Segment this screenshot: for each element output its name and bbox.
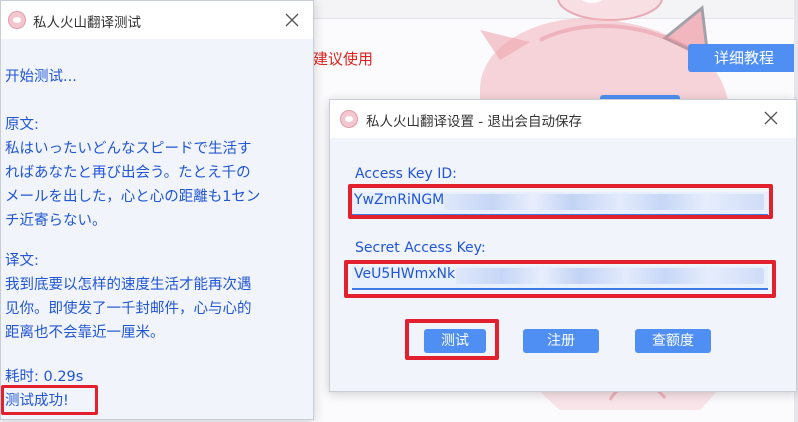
secret-key-highlight-box — [344, 260, 776, 298]
original-text-line: ればあなたと再び出会う。たとえ千の — [5, 165, 251, 181]
access-key-highlight-box — [348, 184, 773, 219]
app-logo-icon — [340, 110, 358, 128]
test-start-text: 开始测试... — [5, 69, 77, 85]
translated-text-line: 距离也不会靠近一厘米。 — [5, 325, 165, 341]
app-logo-icon — [8, 11, 26, 29]
translation-test-window: 私人火山翻译测试 开始测试... 原文: 私はいったいどんなスピードで生活す れ… — [0, 0, 314, 420]
close-icon[interactable] — [763, 110, 779, 126]
success-highlight-box — [1, 385, 98, 415]
original-text-line: チ近寄らない。 — [5, 213, 107, 229]
original-text-line: 私はいったいどんなスピードで生活す — [5, 141, 252, 157]
check-quota-button[interactable]: 查额度 — [635, 329, 711, 353]
test-window-title: 私人火山翻译测试 — [33, 15, 141, 31]
secret-key-label: Secret Access Key: — [355, 240, 486, 256]
test-button-highlight-box — [405, 319, 499, 360]
test-window-titlebar[interactable]: 私人火山翻译测试 — [1, 1, 313, 39]
close-icon[interactable] — [284, 12, 300, 28]
translated-label: 译文: — [5, 253, 39, 269]
translated-text-line: 我到底要以怎样的速度生活才能再次遇 — [5, 277, 252, 293]
translated-text-line: 见你。即使发了一千封邮件，心与心的 — [5, 301, 252, 317]
settings-window-titlebar[interactable]: 私人火山翻译设置 - 退出会自动保存 — [330, 100, 796, 138]
register-button[interactable]: 注册 — [523, 329, 599, 353]
test-output-panel: 开始测试... 原文: 私はいったいどんなスピードで生活す ればあなたと再び出会… — [1, 39, 313, 419]
usage-warning-text: 建议使用 — [313, 50, 374, 68]
tutorial-button[interactable]: 详细教程 — [688, 44, 798, 72]
translation-settings-window: 私人火山翻译设置 - 退出会自动保存 Access Key ID: YwZmRi… — [329, 99, 797, 392]
original-label: 原文: — [5, 117, 39, 133]
settings-window-title: 私人火山翻译设置 - 退出会自动保存 — [366, 114, 582, 130]
access-key-label: Access Key ID: — [355, 166, 457, 182]
original-text-line: メールを出した，心と心の距離も1セン — [5, 189, 261, 205]
